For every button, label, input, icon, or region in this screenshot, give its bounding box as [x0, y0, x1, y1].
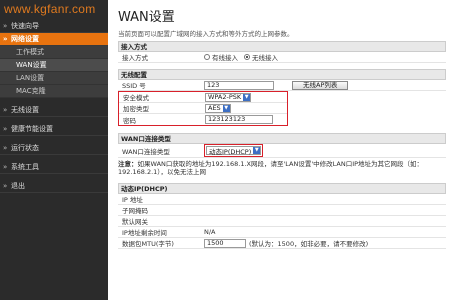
sidebar-item-wireless-settings[interactable]: » 无线设置: [0, 104, 108, 117]
sidebar-item-power-saving[interactable]: » 健康节能设置: [0, 123, 108, 136]
mtu-label: 数据包MTU(字节): [122, 240, 174, 248]
sidebar-item-system-tools[interactable]: » 系统工具: [0, 161, 108, 174]
radio-wired-label[interactable]: 有线接入: [212, 52, 238, 62]
gateway-row: 默认网关: [118, 216, 446, 227]
ssid-row: SSID 号 123 无线AP列表: [118, 80, 446, 91]
wan-type-label: WAN口连接类型: [122, 147, 170, 156]
radio-wireless[interactable]: [244, 54, 250, 60]
sidebar-item-label: 快速向导: [11, 22, 39, 30]
sidebar: www.kgfanr.com » 快速向导 » 网络设置 工作模式 WAN设置 LA…: [0, 0, 108, 300]
password-input[interactable]: 123123123: [205, 115, 273, 124]
chevron-right-icon: »: [3, 35, 8, 43]
chevron-right-icon: »: [3, 182, 8, 190]
sidebar-subitem-mac-clone[interactable]: MAC克隆: [0, 85, 108, 98]
chevron-right-icon: »: [3, 163, 8, 171]
sidebar-subitem-lan-settings[interactable]: LAN设置: [0, 72, 108, 85]
cipher-type-value: AES: [208, 104, 221, 112]
sidebar-subitem-wan-settings[interactable]: WAN设置: [0, 59, 108, 72]
wan-type-highlight-box: 动态IP(DHCP) ▼: [204, 144, 264, 157]
ip-address-row: IP 地址: [118, 194, 446, 205]
ssid-label: SSID 号: [122, 82, 146, 90]
wan-note-text: 如果WAN口获取的地址为192.168.1.X网段，请至'LAN设置'中修改LA…: [118, 160, 424, 176]
sidebar-item-label: 系统工具: [11, 163, 39, 171]
lease-time-value: N/A: [204, 228, 216, 236]
security-mode-value: WPA2-PSK: [208, 93, 242, 101]
ssid-input[interactable]: 123: [204, 80, 274, 90]
gateway-label: 默认网关: [122, 218, 148, 226]
security-highlight-box: 安全模式 WPA2-PSK ▼ 加密类型 AES ▼ 密码 123123123: [118, 91, 288, 126]
sidebar-item-quick-setup[interactable]: » 快速向导: [0, 20, 108, 33]
wan-note-prefix: 注意：: [118, 160, 138, 168]
section-header-access: 接入方式: [118, 41, 446, 52]
wan-type-row: WAN口连接类型 动态IP(DHCP) ▼: [118, 144, 446, 158]
sidebar-nav: » 快速向导 » 网络设置 工作模式 WAN设置 LAN设置 MAC克隆 » 无线设置…: [0, 20, 108, 193]
section-header-dhcp: 动态IP(DHCP): [118, 183, 446, 194]
chevron-down-icon: ▼: [243, 93, 251, 101]
sidebar-item-label: 无线设置: [11, 106, 39, 114]
mtu-hint: (默认为：1500，如非必要，请不要修改): [249, 240, 369, 248]
chevron-down-icon: ▼: [253, 147, 261, 154]
chevron-down-icon: ▼: [222, 104, 230, 112]
mtu-input[interactable]: 1500: [204, 238, 246, 248]
password-label: 密码: [123, 116, 136, 125]
subnet-mask-label: 子网掩码: [122, 207, 148, 215]
lease-time-row: IP地址剩余时间 N/A: [118, 227, 446, 238]
wireless-ap-list-button[interactable]: 无线AP列表: [292, 80, 349, 90]
sidebar-item-status[interactable]: » 运行状态: [0, 142, 108, 155]
security-mode-select[interactable]: WPA2-PSK ▼: [205, 92, 252, 102]
sidebar-item-label: 退出: [11, 182, 25, 190]
radio-wired[interactable]: [204, 54, 210, 60]
chevron-right-icon: »: [3, 125, 8, 133]
section-header-wan-type: WAN口连接类型: [118, 133, 446, 144]
cipher-type-select[interactable]: AES ▼: [205, 103, 231, 113]
sidebar-item-label: 运行状态: [11, 144, 39, 152]
access-mode-options: 有线接入 无线接入: [204, 52, 446, 62]
ip-address-label: IP 地址: [122, 196, 143, 204]
page-description: 当前页面可以配置广域网的接入方式和等外方式的上网参数。: [118, 30, 294, 38]
sidebar-subitem-work-mode[interactable]: 工作模式: [0, 46, 108, 59]
wan-type-value: 动态IP(DHCP): [209, 147, 252, 156]
mtu-row: 数据包MTU(字节) 1500 (默认为：1500，如非必要，请不要修改): [118, 238, 446, 249]
password-row: 密码 123123123: [119, 114, 287, 125]
security-mode-row: 安全模式 WPA2-PSK ▼: [119, 92, 287, 103]
sidebar-item-logout[interactable]: » 退出: [0, 180, 108, 193]
sidebar-item-network-settings[interactable]: » 网络设置: [0, 33, 108, 46]
security-mode-label: 安全模式: [123, 94, 149, 102]
page-title: WAN设置: [118, 10, 175, 25]
cipher-type-label: 加密类型: [123, 105, 149, 113]
subnet-mask-row: 子网掩码: [118, 205, 446, 216]
sidebar-item-label: 网络设置: [11, 35, 39, 43]
watermark-text: www.kgfanr.com: [4, 2, 96, 16]
radio-wireless-label[interactable]: 无线接入: [252, 52, 278, 62]
wan-note: 注意：如果WAN口获取的地址为192.168.1.X网段，请至'LAN设置'中修…: [118, 160, 446, 176]
wan-type-select[interactable]: 动态IP(DHCP) ▼: [206, 146, 262, 156]
access-mode-label: 接入方式: [122, 54, 148, 62]
chevron-right-icon: »: [3, 22, 8, 30]
chevron-right-icon: »: [3, 106, 8, 114]
sidebar-item-label: 健康节能设置: [11, 125, 53, 133]
main-content: WAN设置 当前页面可以配置广域网的接入方式和等外方式的上网参数。 接入方式 接…: [108, 0, 450, 300]
cipher-type-row: 加密类型 AES ▼: [119, 103, 287, 114]
access-mode-row: 接入方式 有线接入 无线接入: [118, 52, 446, 63]
lease-time-label: IP地址剩余时间: [122, 229, 167, 237]
chevron-right-icon: »: [3, 144, 8, 152]
section-header-wireless: 无线配置: [118, 69, 446, 80]
